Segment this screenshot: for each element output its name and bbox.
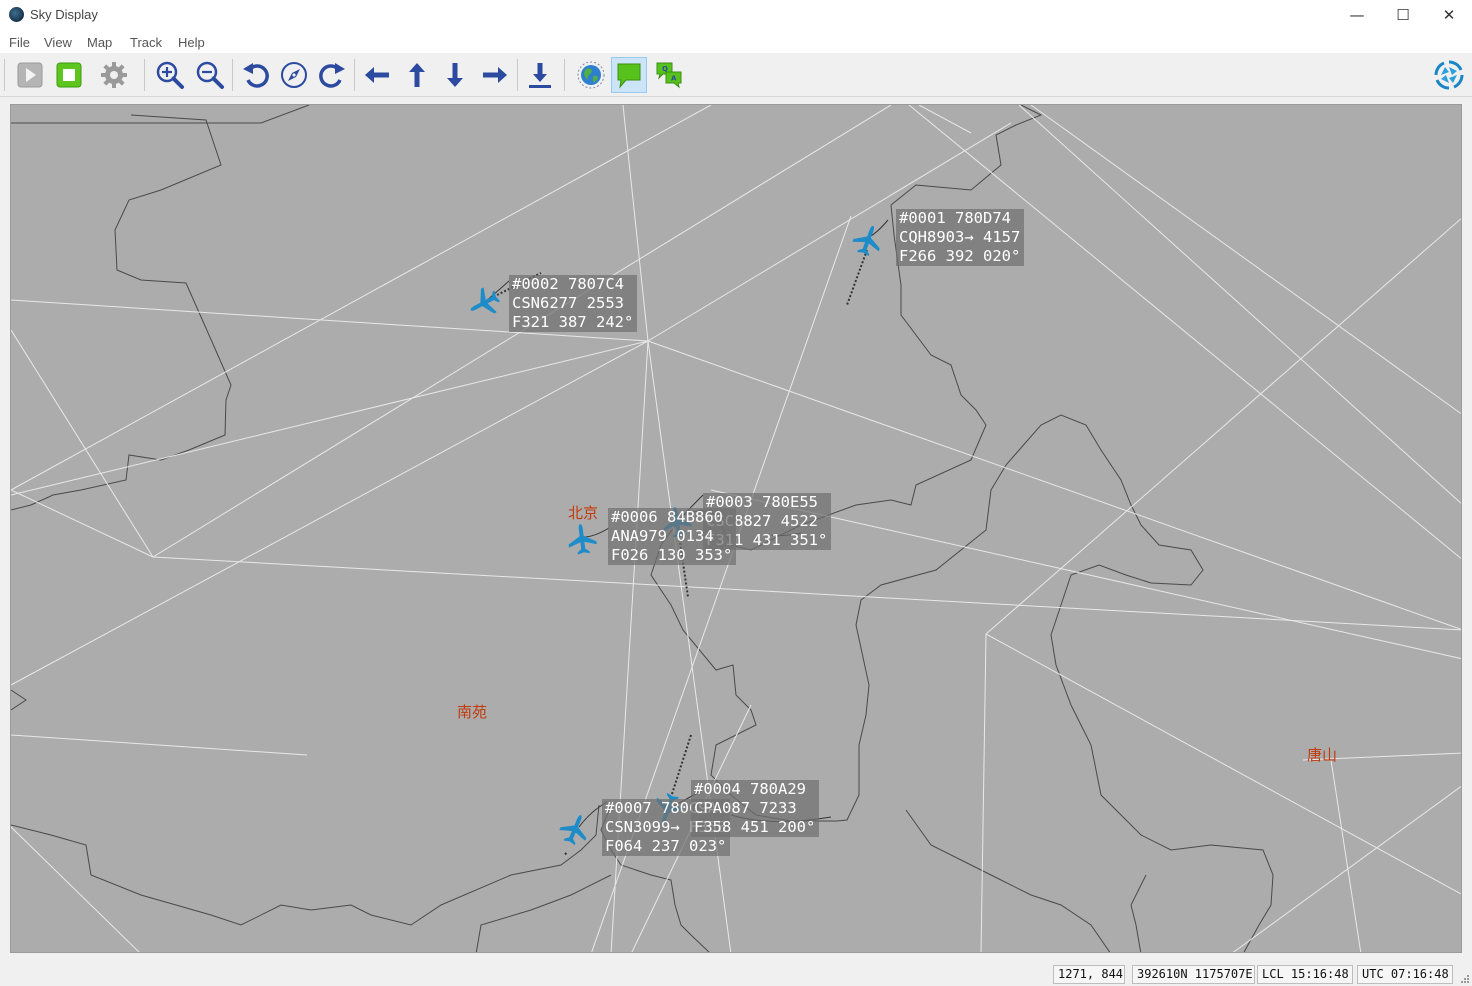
toolbar-separator [232,59,233,91]
gear-icon [101,62,127,88]
track-tag-line1: #0004 780A29 [694,780,806,798]
stop-button[interactable] [51,57,87,93]
track-tag-line2: ANA979 0134 [611,527,714,545]
city-label-beijing: 北京 [568,504,599,522]
qa-button[interactable]: Q A [651,57,687,93]
zoom-out-icon [196,61,224,89]
resize-grip-icon[interactable] [1459,973,1469,983]
settings-button[interactable] [96,57,132,93]
play-button[interactable] [12,57,48,93]
stop-icon [56,62,82,88]
window-title: Sky Display [30,7,98,22]
title-bar: Sky Display — ☐ ✕ [0,0,1472,31]
menu-file[interactable]: File [9,35,30,50]
pan-right-button[interactable] [477,57,513,93]
local-time: LCL 15:16:48 [1257,965,1353,984]
svg-text:Q: Q [662,65,668,73]
pan-down-button[interactable] [437,57,473,93]
track-tag[interactable]: #0001 780D74 CQH8903→ 4157 F266 392 020° [896,209,1025,266]
minimize-button[interactable]: — [1334,0,1380,31]
arrow-up-icon [409,63,425,87]
maximize-button[interactable]: ☐ [1380,0,1426,31]
download-icon [529,63,551,88]
cursor-position: 392610N 1175707E [1132,965,1255,984]
labels-button[interactable] [611,57,647,93]
arrow-left-icon [365,67,389,83]
city-label-tangshan: 唐山 [1307,746,1338,764]
track-tag-line3: F026 130 353° [611,546,733,564]
close-button[interactable]: ✕ [1426,0,1472,31]
toolbar-separator [144,59,145,91]
aircraft-icon[interactable] [851,223,885,257]
radar-map[interactable]: 北京 南苑 唐山 #0001 780D74 CQH8903→ 4157 F266 3… [10,104,1462,953]
compass-button[interactable] [276,57,312,93]
zoom-in-icon [156,61,184,89]
track-tag-line1: #0002 7807C4 [512,275,624,293]
track-tag-line3: F064 237 023° [605,837,727,855]
menu-map[interactable]: Map [87,35,112,50]
app-icon [9,7,24,22]
menu-view[interactable]: View [44,35,72,50]
toolbar-separator [517,59,518,91]
track-tag-line2: CSN6277 2553 [512,294,624,312]
qa-bubbles-icon: Q A [656,62,682,89]
toolbar-separator [564,59,565,91]
menu-help[interactable]: Help [178,35,205,50]
utc-time: UTC 07:16:48 [1357,965,1453,984]
arrow-right-icon [483,67,507,83]
cursor-coordinates: 1271, 844 [1053,965,1125,984]
track-tag-line2: CQH8903→ 4157 [899,228,1021,246]
pan-up-button[interactable] [399,57,435,93]
track-tag-line1: #0006 84B860 [611,508,723,526]
speech-bubble-icon [617,63,641,89]
track-tag-line3: F358 451 200° [694,818,816,836]
rotate-left-button[interactable] [238,57,274,93]
app-logo [1431,57,1467,93]
track-tag-line3: F266 392 020° [899,247,1021,265]
download-button[interactable] [522,57,558,93]
city-label-nanyuan: 南苑 [457,703,488,721]
track-tag-line2: CPA087 7233 [694,799,797,817]
status-bar: 1271, 844 392610N 1175707E LCL 15:16:48 … [0,961,1472,986]
aircraft-icon[interactable] [558,812,592,846]
arrow-down-icon [447,63,463,87]
rotate-left-icon [243,63,269,88]
track-tag[interactable]: #0006 84B860 ANA979 0134 F026 130 353° [608,508,737,565]
toolbar-separator [4,59,5,91]
track-tag-line3: F321 387 242° [512,313,634,331]
menu-track[interactable]: Track [130,35,162,50]
aperture-logo-icon [1434,60,1464,90]
zoom-out-button[interactable] [192,57,228,93]
svg-text:A: A [671,75,677,83]
pan-left-button[interactable] [359,57,395,93]
globe-button[interactable] [573,57,609,93]
menu-bar: File View Map Track Help [0,31,1472,53]
toolbar: Q A [0,53,1472,97]
track-tag-line1: #0001 780D74 [899,209,1011,227]
rotate-right-icon [319,63,345,88]
aircraft-icon[interactable] [467,286,501,320]
zoom-in-button[interactable] [152,57,188,93]
track-tag[interactable]: #0004 780A29 CPA087 7233 F358 451 200° [691,780,820,837]
globe-icon [577,61,605,89]
compass-icon [281,62,307,88]
track-tag[interactable]: #0002 7807C4 CSN6277 2553 F321 387 242° [509,275,638,332]
rotate-right-button[interactable] [314,57,350,93]
aircraft-icon[interactable] [565,522,599,556]
toolbar-separator [354,59,355,91]
play-icon [17,62,43,88]
